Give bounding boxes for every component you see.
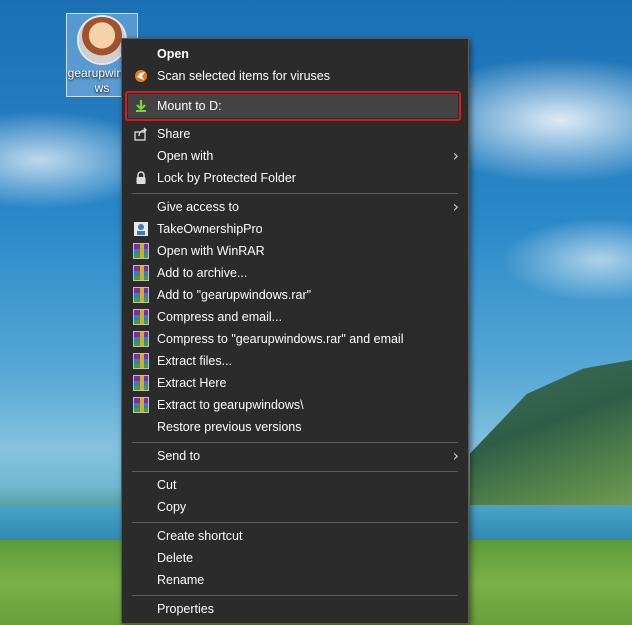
menu-item-label: Copy xyxy=(157,500,187,514)
menu-separator xyxy=(132,522,458,523)
menu-item-scan-viruses[interactable]: Scan selected items for viruses xyxy=(123,65,467,87)
menu-item-compress-rar-email[interactable]: Compress to "gearupwindows.rar" and emai… xyxy=(123,328,467,350)
menu-item-give-access[interactable]: Give access to › xyxy=(123,196,467,218)
menu-item-extract-files[interactable]: Extract files... xyxy=(123,350,467,372)
file-thumbnail-icon xyxy=(79,17,125,63)
menu-item-label: Extract to gearupwindows\ xyxy=(157,398,304,412)
menu-item-take-ownership[interactable]: TakeOwnershipPro xyxy=(123,218,467,240)
menu-item-open-winrar[interactable]: Open with WinRAR xyxy=(123,240,467,262)
winrar-icon xyxy=(133,243,149,259)
menu-item-label: Mount to D: xyxy=(157,99,222,113)
menu-separator xyxy=(132,442,458,443)
menu-item-label: Share xyxy=(157,127,191,141)
chevron-right-icon: › xyxy=(452,197,459,216)
winrar-icon xyxy=(133,331,149,347)
menu-item-label: Open with xyxy=(157,149,214,163)
antivirus-icon xyxy=(133,68,149,84)
menu-item-label: Scan selected items for viruses xyxy=(157,69,330,83)
winrar-icon xyxy=(133,265,149,281)
lock-icon xyxy=(133,170,149,186)
menu-item-label: TakeOwnershipPro xyxy=(157,222,263,236)
menu-item-delete[interactable]: Delete xyxy=(123,547,467,569)
menu-item-label: Add to "gearupwindows.rar" xyxy=(157,288,312,302)
menu-item-open-with[interactable]: Open with › xyxy=(123,145,467,167)
chevron-right-icon: › xyxy=(452,146,459,165)
menu-item-create-shortcut[interactable]: Create shortcut xyxy=(123,525,467,547)
menu-item-label: Extract files... xyxy=(157,354,233,368)
menu-item-cut[interactable]: Cut xyxy=(123,474,467,496)
menu-item-label: Open xyxy=(157,47,189,61)
menu-item-label: Lock by Protected Folder xyxy=(157,171,296,185)
menu-item-label: Compress and email... xyxy=(157,310,283,324)
menu-item-open[interactable]: Open xyxy=(123,43,467,65)
menu-item-label: Cut xyxy=(157,478,177,492)
menu-item-send-to[interactable]: Send to › xyxy=(123,445,467,467)
menu-item-label: Properties xyxy=(157,602,214,616)
menu-item-label: Compress to "gearupwindows.rar" and emai… xyxy=(157,332,404,346)
menu-item-properties[interactable]: Properties xyxy=(123,598,467,620)
share-icon xyxy=(133,126,149,142)
menu-item-label: Delete xyxy=(157,551,194,565)
menu-item-label: Open with WinRAR xyxy=(157,244,265,258)
menu-item-label: Add to archive... xyxy=(157,266,248,280)
menu-item-label: Rename xyxy=(157,573,205,587)
menu-item-extract-to[interactable]: Extract to gearupwindows\ xyxy=(123,394,467,416)
menu-item-compress-email[interactable]: Compress and email... xyxy=(123,306,467,328)
menu-item-restore-versions[interactable]: Restore previous versions xyxy=(123,416,467,438)
winrar-icon xyxy=(133,309,149,325)
winrar-icon xyxy=(133,397,149,413)
menu-item-label: Restore previous versions xyxy=(157,420,302,434)
context-menu: Open Scan selected items for viruses Mou… xyxy=(121,38,469,624)
menu-item-lock-protected-folder[interactable]: Lock by Protected Folder xyxy=(123,167,467,189)
menu-separator xyxy=(132,471,458,472)
menu-item-add-rar[interactable]: Add to "gearupwindows.rar" xyxy=(123,284,467,306)
menu-item-mount[interactable]: Mount to D: xyxy=(123,95,467,117)
download-arrow-icon xyxy=(133,98,149,114)
menu-separator xyxy=(132,595,458,596)
chevron-right-icon: › xyxy=(452,446,459,465)
menu-item-extract-here[interactable]: Extract Here xyxy=(123,372,467,394)
winrar-icon xyxy=(133,375,149,391)
menu-item-label: Extract Here xyxy=(157,376,227,390)
winrar-icon xyxy=(133,353,149,369)
menu-item-copy[interactable]: Copy xyxy=(123,496,467,518)
menu-item-label: Give access to xyxy=(157,200,239,214)
menu-separator xyxy=(132,193,458,194)
winrar-icon xyxy=(133,287,149,303)
menu-item-rename[interactable]: Rename xyxy=(123,569,467,591)
menu-item-share[interactable]: Share xyxy=(123,123,467,145)
take-ownership-icon xyxy=(133,221,149,237)
menu-item-label: Create shortcut xyxy=(157,529,243,543)
menu-item-add-archive[interactable]: Add to archive... xyxy=(123,262,467,284)
menu-item-label: Send to xyxy=(157,449,201,463)
